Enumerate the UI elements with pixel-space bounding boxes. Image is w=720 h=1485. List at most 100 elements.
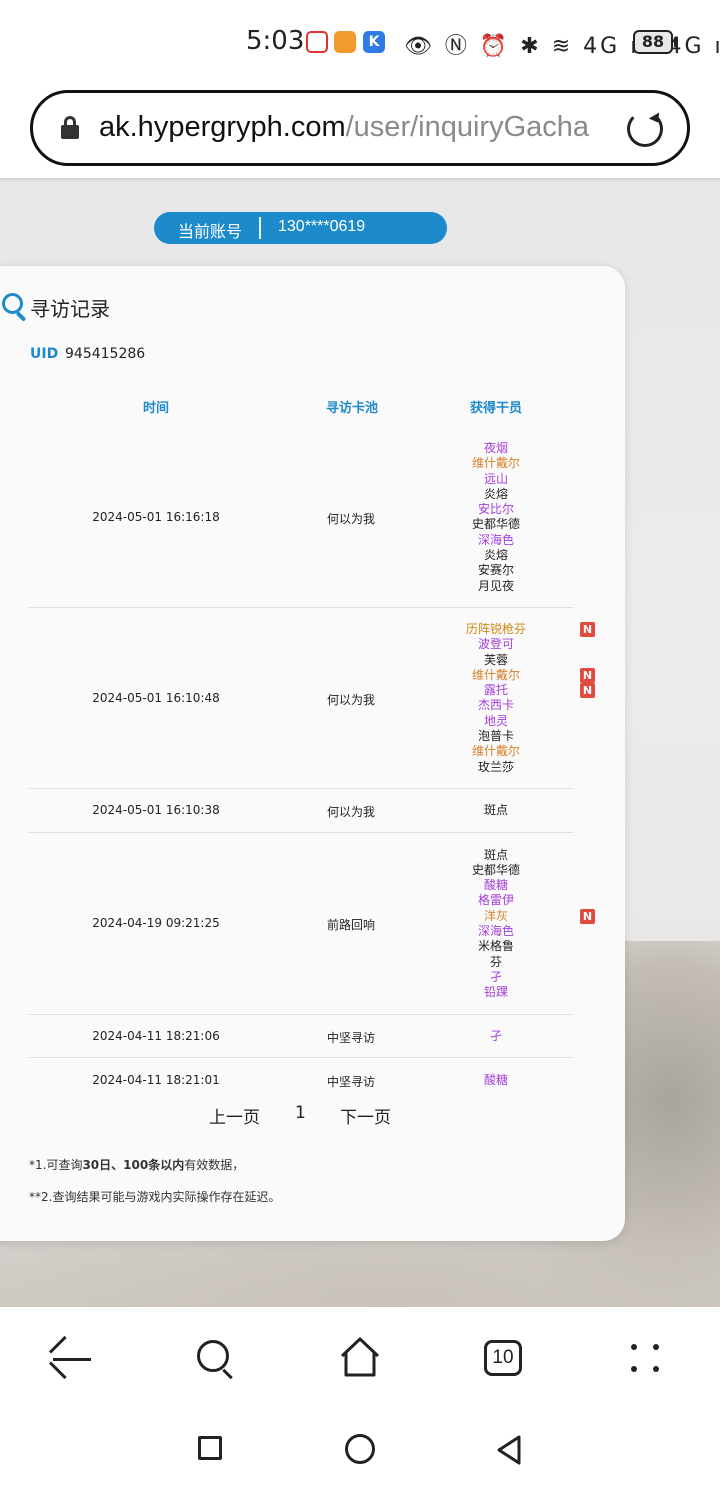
record-time: 2024-05-01 16:10:48 xyxy=(92,690,220,705)
operator-name-text: 斑点 xyxy=(483,847,508,862)
operator-name: 斑点 xyxy=(421,803,571,818)
home-icon[interactable] xyxy=(335,1332,385,1382)
app-icon-1 xyxy=(306,31,328,53)
operator-name: 泡普卡 xyxy=(421,729,571,744)
table-row: 2024-04-11 18:21:01 中坚寻访 酸糖 xyxy=(29,1058,573,1103)
operator-name: 维什戴尔 N xyxy=(421,667,595,683)
operator-name-text: 炎熔 xyxy=(483,486,508,501)
tabs-icon[interactable]: 10 xyxy=(479,1332,529,1382)
operator-name-text: 斑点 xyxy=(483,803,508,818)
operator-name-text: 维什戴尔 xyxy=(471,744,520,759)
operator-name-text: 夜烟 xyxy=(483,441,508,455)
operator-name-text: 炎熔 xyxy=(483,548,508,563)
record-operators: 斑点 xyxy=(421,803,569,818)
record-pool: 何以为我 xyxy=(326,692,375,707)
record-operators: 历阵锐枪芬 N 波登可 芙蓉 维什戴尔 N 露托 N 杰西卡 地灵 泡普卡 维什戴尔 玫兰莎 xyxy=(421,622,595,775)
header-pool: 寻访卡池 xyxy=(325,401,378,416)
operator-name-text: 史都华德 xyxy=(471,517,520,532)
note-1-sep: 、 xyxy=(111,1158,124,1172)
operator-name: 炎熔 xyxy=(421,487,571,502)
app-icon-2 xyxy=(334,31,356,53)
record-time: 2024-04-11 18:21:06 xyxy=(92,1028,220,1043)
operator-name-text: 月见夜 xyxy=(477,578,514,593)
record-pool: 何以为我 xyxy=(326,805,375,819)
operator-name: 安赛尔 xyxy=(421,563,571,578)
record-operators: 孑 xyxy=(421,1029,569,1044)
operator-name: 露托 N xyxy=(421,683,595,699)
reload-icon[interactable] xyxy=(627,111,663,147)
operator-name: 格雷伊 xyxy=(421,893,571,908)
operator-name: 芬 xyxy=(421,955,571,970)
operator-name: 安比尔 xyxy=(421,502,571,517)
operator-name-text: 铅踝 xyxy=(483,985,508,1000)
record-pool: 中坚寻访 xyxy=(326,1074,375,1089)
operator-name: 深海色 xyxy=(421,924,571,939)
table-row: 2024-04-19 09:21:25 前路回响 斑点 史都华德 酸糖 格雷伊 洋灰 N 深海色… xyxy=(29,833,595,1015)
system-home-icon[interactable] xyxy=(345,1434,375,1464)
new-badge: N xyxy=(580,667,595,683)
next-page-button[interactable]: 下一页 xyxy=(340,1103,391,1128)
record-operators: 夜烟 维什戴尔 远山 炎熔 安比尔 史都华德 深海色 炎熔 安赛尔 月见夜 xyxy=(421,441,569,594)
account-pill: 当前账号 130****0619 xyxy=(154,212,447,244)
app-icon-3: K xyxy=(363,31,385,53)
uid-value: 945415286 xyxy=(65,346,146,362)
operator-name: 芙蓉 xyxy=(421,653,571,668)
operator-name-text: 泡普卡 xyxy=(477,729,514,744)
operator-name-text: 史都华德 xyxy=(471,862,520,877)
operator-name-text: 维什戴尔 xyxy=(471,456,520,471)
operator-name-text: 芬 xyxy=(489,954,502,969)
operator-name-text: 维什戴尔 xyxy=(471,667,520,682)
table-row: 2024-05-01 16:10:38 何以为我 斑点 xyxy=(29,789,573,833)
record-pool: 何以为我 xyxy=(326,511,375,526)
url-host: ak.hypergryph.com xyxy=(99,111,346,143)
note-1: *1.可查询30日、100条以内有效数据， xyxy=(29,1156,244,1173)
search-icon[interactable] xyxy=(192,1332,242,1382)
browser-bottom-nav: 10 xyxy=(0,1307,720,1407)
operator-name-text: 米格鲁 xyxy=(477,939,514,954)
gacha-record-card: 寻访记录 UID 945415286 时间 寻访卡池 获得干员 2024-05-… xyxy=(0,266,625,1241)
operator-name: 玫兰莎 xyxy=(421,760,571,775)
recents-icon[interactable] xyxy=(198,1436,222,1460)
operator-name: 杰西卡 xyxy=(421,698,571,713)
lock-icon[interactable] xyxy=(61,116,79,139)
record-time: 2024-04-19 09:21:25 xyxy=(92,916,220,930)
account-value: 130****0619 xyxy=(278,218,366,235)
note-1-suffix: 有效数据， xyxy=(184,1158,245,1172)
note-2: **2.查询结果可能与游戏内实际操作存在延迟。 xyxy=(29,1190,281,1204)
operator-name: 历阵锐枪芬 N xyxy=(421,622,595,637)
note-1-bold-count: 100条以内 xyxy=(123,1158,185,1172)
current-page-number[interactable]: 1 xyxy=(295,1103,306,1123)
system-back-icon[interactable] xyxy=(494,1434,524,1466)
operator-name: 酸糖 xyxy=(421,1073,571,1088)
operator-name-text: 杰西卡 xyxy=(477,698,514,713)
operator-name-text: 安比尔 xyxy=(477,502,514,517)
operator-name: 史都华德 xyxy=(421,863,571,878)
operator-name: 深海色 xyxy=(421,533,571,548)
operator-name-text: 芙蓉 xyxy=(483,652,508,667)
operator-name-text: 孑 xyxy=(489,969,502,984)
header-operators: 获得干员 xyxy=(469,401,522,416)
operator-name: 孑 xyxy=(421,970,571,985)
operator-name-text: 孑 xyxy=(489,1028,502,1043)
table-row: 2024-05-01 16:10:48 何以为我 历阵锐枪芬 N 波登可 芙蓉 维什戴尔 N 露… xyxy=(29,608,595,789)
back-arrow-icon[interactable] xyxy=(48,1332,98,1382)
operator-name: 洋灰 N xyxy=(421,908,595,924)
page-content: 当前账号 130****0619 寻访记录 UID 945415286 时间 寻… xyxy=(0,181,720,1307)
operator-name-text: 历阵锐枪芬 xyxy=(465,622,526,636)
operator-name: 月见夜 xyxy=(421,579,571,594)
url-text[interactable]: ak.hypergryph.com/user/inquiryGacha xyxy=(99,111,603,144)
operator-name-text: 深海色 xyxy=(477,923,514,938)
new-badge: N xyxy=(580,683,595,699)
tab-count: 10 xyxy=(484,1340,522,1376)
record-operators: 斑点 史都华德 酸糖 格雷伊 洋灰 N 深海色 米格鲁芬孑铅踝 xyxy=(421,847,595,1001)
operator-name-text: 深海色 xyxy=(477,532,514,547)
operator-name-text: 波登可 xyxy=(477,637,514,652)
prev-page-button[interactable]: 上一页 xyxy=(209,1103,260,1128)
operator-name-text: 酸糖 xyxy=(483,878,508,893)
address-bar[interactable]: ak.hypergryph.com/user/inquiryGacha xyxy=(30,90,690,166)
card-title: 寻访记录 xyxy=(30,297,110,321)
more-menu-icon[interactable] xyxy=(623,1332,673,1382)
operator-name: 地灵 xyxy=(421,714,571,729)
note-1-bold-days: 30日 xyxy=(82,1158,112,1172)
system-nav-bar xyxy=(0,1407,720,1485)
